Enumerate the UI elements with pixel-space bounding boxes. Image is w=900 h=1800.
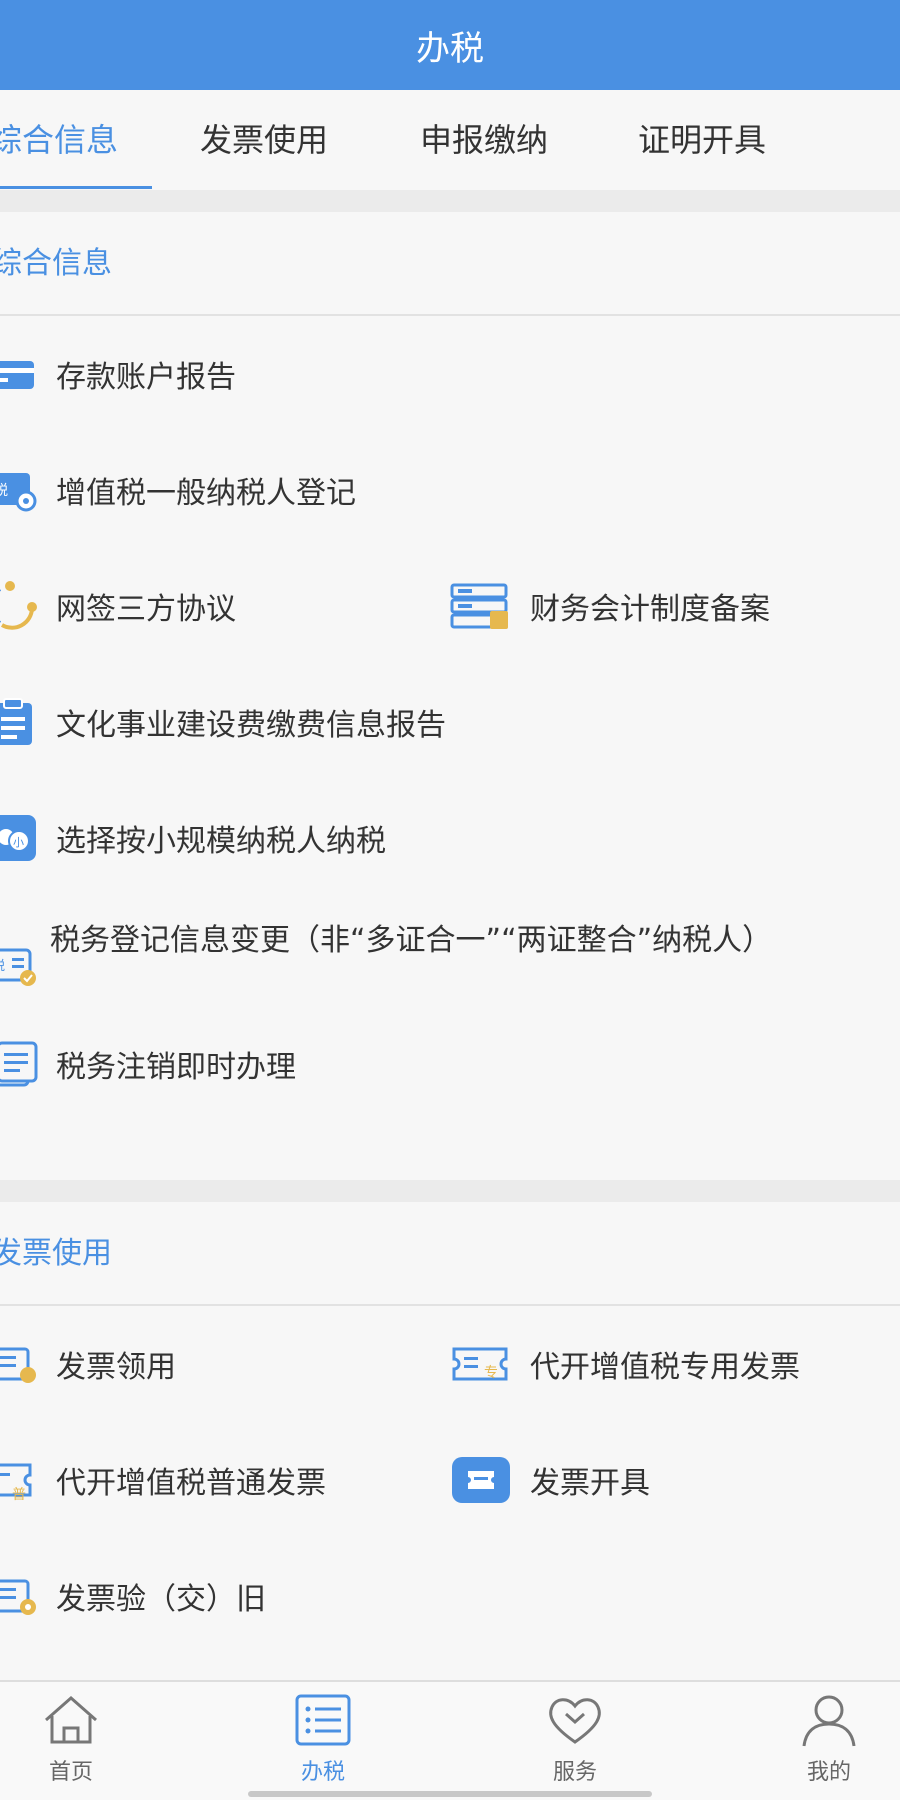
bank-card-icon [0,349,38,399]
list-icon [295,1694,351,1746]
item-special-vat-invoice[interactable]: 专 代开增值税专用发票 [450,1334,800,1394]
item-accounting-system-filing[interactable]: 财务会计制度备案 [450,576,770,636]
item-invoice-verify-old[interactable]: 发票验（交）旧 [0,1566,266,1626]
nav-tax[interactable]: 办税 [268,1692,378,1792]
tax-register-icon: 税 [0,465,38,515]
invoice-issue-icon [450,1455,512,1505]
item-tax-registration-change[interactable]: 税 税务登记信息变更（非“多证合一”“两证整合”纳税人） [0,922,860,1022]
section-invoice-usage: 发票使用 发票领用 专 代开增值税专用发票 普 代开增值税普通发票 发票开具 发… [0,1202,900,1680]
home-icon [45,1696,97,1744]
section-title: 综合信息 [0,246,112,281]
item-vat-general-taxpayer-registration[interactable]: 税 增值税一般纳税人登记 [0,460,356,520]
item-instant-tax-deregistration[interactable]: 税务注销即时办理 [0,1034,296,1094]
ordinary-invoice-icon: 普 [0,1455,38,1505]
item-small-scale-taxpayer-option[interactable]: 小 选择按小规模纳税人纳税 [0,808,386,868]
invoice-receive-icon [0,1339,38,1389]
svg-text:小: 小 [13,836,24,849]
item-cultural-construction-fee-report[interactable]: 文化事业建设费缴费信息报告 [0,692,446,752]
small-scale-taxpayer-icon: 小 [0,813,38,863]
svg-text:税: 税 [0,483,8,499]
title-bar: 办税 [0,0,900,90]
accounting-filing-icon [450,581,512,631]
home-indicator [248,1791,652,1797]
section-divider [0,1304,900,1306]
category-tabs: 综合信息 发票使用 申报缴纳 证明开具 [0,90,900,190]
registration-change-icon: 税 [0,940,38,990]
item-invoice-issue[interactable]: 发票开具 [450,1450,650,1510]
tab-comprehensive-info[interactable]: 综合信息 [0,90,118,190]
nav-services[interactable]: 服务 [520,1692,630,1792]
section-comprehensive-info: 综合信息 存款账户报告 税 增值税一般纳税人登记 网签三方协议 财务会计制度备案… [0,212,900,1180]
item-deposit-account-report[interactable]: 存款账户报告 [0,344,236,404]
divider [0,190,900,212]
heart-icon [549,1698,601,1744]
item-online-three-party-agreement[interactable]: 网签三方协议 [0,576,236,636]
tab-declaration-payment[interactable]: 申报缴纳 [420,90,548,190]
user-icon [802,1695,856,1747]
special-invoice-icon: 专 [450,1339,512,1389]
divider [0,1180,900,1202]
active-tab-indicator [0,186,152,189]
deregistration-icon [0,1039,38,1089]
svg-text:普: 普 [12,1487,26,1503]
section-title: 发票使用 [0,1236,112,1271]
item-invoice-receive[interactable]: 发票领用 [0,1334,176,1394]
svg-text:税: 税 [0,959,5,974]
section-divider [0,314,900,316]
bottom-nav: 首页 办税 服务 我的 [0,1680,900,1800]
clipboard-icon [0,697,38,747]
three-party-agreement-icon [0,581,38,631]
svg-text:专: 专 [484,1365,498,1381]
item-ordinary-vat-invoice[interactable]: 普 代开增值税普通发票 [0,1450,326,1510]
nav-home[interactable]: 首页 [16,1692,126,1792]
page-title: 办税 [416,28,484,69]
invoice-verify-icon [0,1571,38,1621]
tab-certificate-issuance[interactable]: 证明开具 [638,90,766,190]
nav-profile[interactable]: 我的 [774,1692,884,1792]
tab-invoice-usage[interactable]: 发票使用 [200,90,328,190]
